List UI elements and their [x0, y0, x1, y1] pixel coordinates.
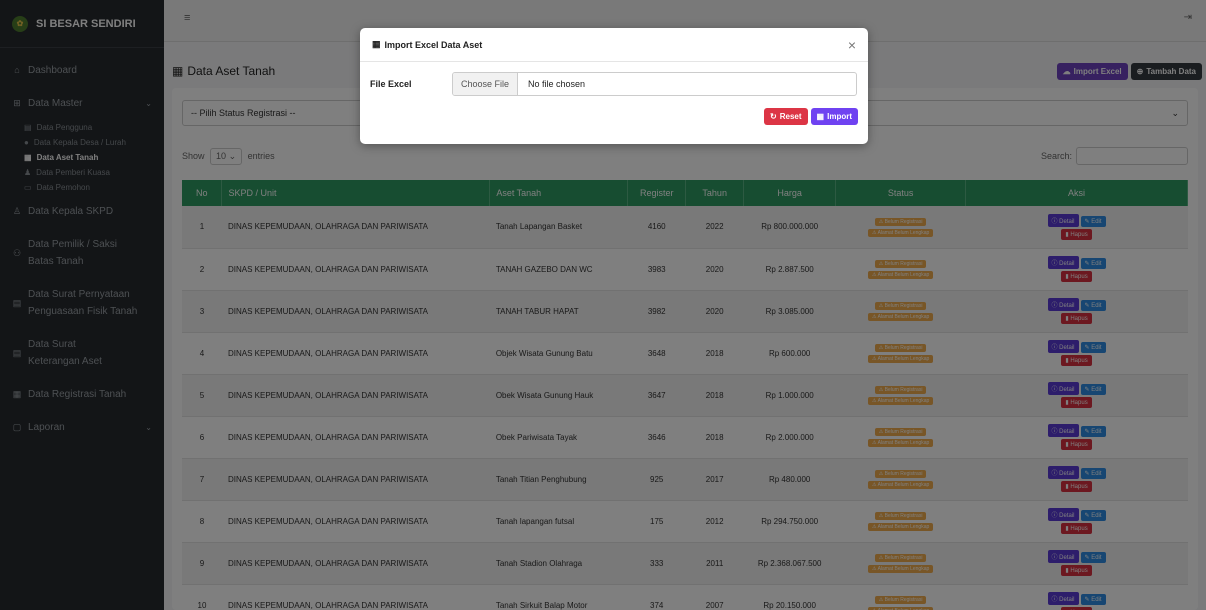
- import-modal: ▦ Import Excel Data Aset × File Excel Ch…: [360, 28, 868, 144]
- import-button[interactable]: ▦ Import: [810, 108, 858, 125]
- modal-body: File Excel Choose File No file chosen ↻ …: [360, 62, 868, 144]
- file-icon: ▦: [372, 39, 381, 49]
- reset-button[interactable]: ↻ Reset: [764, 108, 808, 125]
- file-icon: ▦: [816, 112, 825, 121]
- choose-file-button[interactable]: Choose File: [453, 73, 519, 95]
- close-icon[interactable]: ×: [848, 38, 856, 52]
- file-input[interactable]: Choose File No file chosen: [452, 72, 857, 96]
- modal-title-text: Import Excel Data Aset: [384, 39, 483, 50]
- refresh-icon: ↻: [770, 112, 777, 121]
- modal-actions: ↻ Reset ▦ Import: [764, 108, 858, 125]
- modal-header: ▦ Import Excel Data Aset ×: [360, 28, 868, 62]
- button-label: Import: [827, 112, 852, 121]
- file-excel-label: File Excel: [370, 79, 412, 89]
- button-label: Reset: [779, 112, 802, 121]
- file-status-text: No file chosen: [528, 79, 586, 89]
- modal-title: ▦ Import Excel Data Aset: [372, 39, 482, 50]
